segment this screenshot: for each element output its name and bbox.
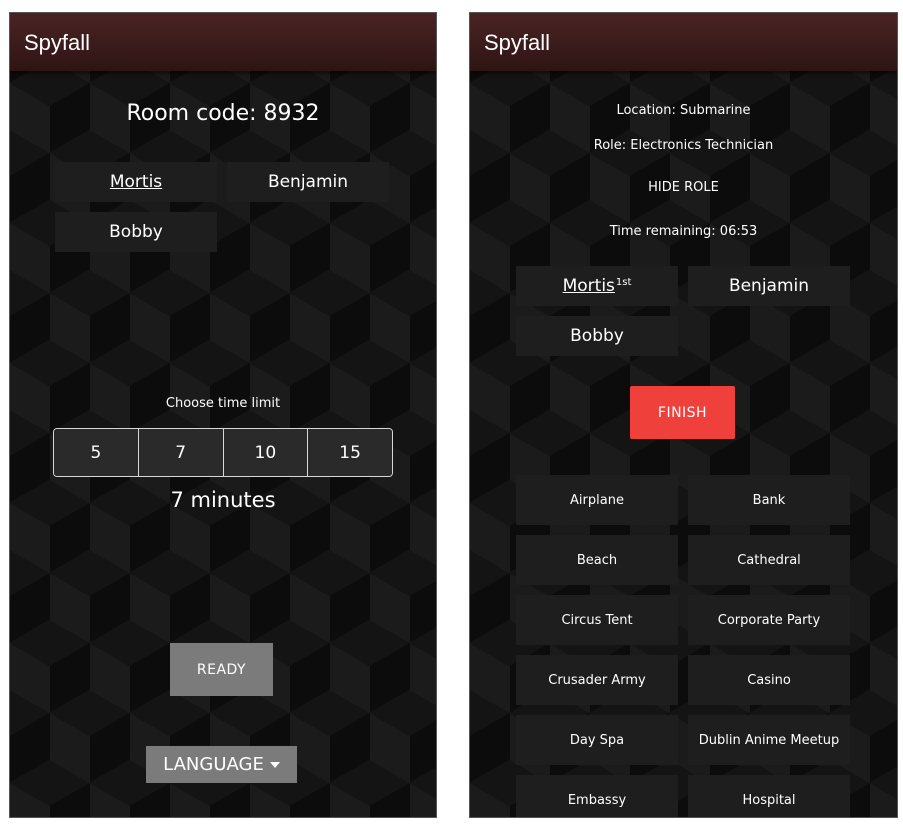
- location-item[interactable]: Crusader Army: [516, 655, 678, 705]
- player-bobby[interactable]: Bobby: [55, 212, 217, 252]
- location-item[interactable]: Cathedral: [688, 535, 850, 585]
- time-option-15[interactable]: 15: [308, 429, 392, 476]
- ready-label: READY: [196, 661, 247, 678]
- player-name: Benjamin: [267, 172, 349, 192]
- app-bar: Spyfall: [470, 13, 897, 71]
- location-item[interactable]: Embassy: [516, 775, 678, 817]
- lobby-screen: Spyfall Room code: 8932 Mortis Benjamin …: [9, 12, 437, 818]
- location-item[interactable]: Airplane: [516, 475, 678, 525]
- hide-role-button[interactable]: HIDE ROLE: [470, 180, 897, 195]
- finish-label: FINISH: [657, 404, 708, 421]
- time-option-5[interactable]: 5: [54, 429, 139, 476]
- role-text: Role: Electronics Technician: [593, 138, 774, 153]
- room-code: Room code: 8932: [126, 101, 320, 126]
- language-label: LANGUAGE: [163, 754, 264, 775]
- location-item[interactable]: Day Spa: [516, 715, 678, 765]
- app-title: Spyfall: [24, 30, 91, 55]
- player-bobby[interactable]: Bobby: [516, 316, 678, 356]
- player-name: Mortis: [562, 276, 615, 296]
- player-mortis[interactable]: Mortis: [55, 162, 217, 202]
- location-item[interactable]: Beach: [516, 535, 678, 585]
- language-dropdown[interactable]: LANGUAGE: [146, 746, 297, 783]
- ready-button[interactable]: READY: [170, 643, 273, 696]
- selected-time: 7 minutes: [170, 488, 276, 512]
- player-name: Bobby: [109, 222, 163, 242]
- app-title: Spyfall: [484, 30, 551, 55]
- time-remaining: Time remaining: 06:53: [609, 224, 758, 239]
- location-item[interactable]: Dublin Anime Meetup: [688, 715, 850, 765]
- game-screen: Spyfall Location: Submarine Role: Electr…: [469, 12, 898, 818]
- time-limit-label: Choose time limit: [165, 396, 281, 411]
- time-limit-selector: 5 7 10 15: [53, 428, 393, 477]
- player-name: Benjamin: [728, 276, 810, 296]
- location-item[interactable]: Circus Tent: [516, 595, 678, 645]
- caret-down-icon: [269, 761, 280, 768]
- finish-button[interactable]: FINISH: [630, 386, 735, 439]
- player-name: Bobby: [570, 326, 624, 346]
- first-player-badge: 1st: [615, 276, 632, 288]
- app-bar: Spyfall: [10, 13, 436, 71]
- time-option-7[interactable]: 7: [138, 429, 224, 476]
- location-item[interactable]: Casino: [688, 655, 850, 705]
- player-benjamin[interactable]: Benjamin: [227, 162, 389, 202]
- time-option-10[interactable]: 10: [223, 429, 309, 476]
- location-item[interactable]: Bank: [688, 475, 850, 525]
- location-text: Location: Submarine: [616, 103, 751, 118]
- player-mortis[interactable]: Mortis 1st: [516, 266, 678, 306]
- location-item[interactable]: Corporate Party: [688, 595, 850, 645]
- player-name: Mortis: [109, 172, 163, 192]
- location-item[interactable]: Hospital: [688, 775, 850, 817]
- player-benjamin[interactable]: Benjamin: [688, 266, 850, 306]
